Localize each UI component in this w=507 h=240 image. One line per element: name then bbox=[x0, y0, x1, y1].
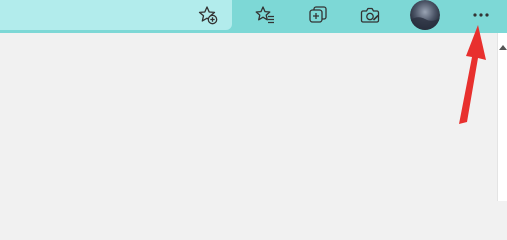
scroll-up-arrow-icon[interactable] bbox=[499, 45, 507, 50]
vertical-scrollbar[interactable] bbox=[497, 33, 507, 201]
browser-toolbar bbox=[0, 0, 507, 33]
browser-essentials-icon[interactable] bbox=[354, 0, 386, 30]
collections-icon[interactable] bbox=[302, 0, 334, 30]
profile-avatar[interactable] bbox=[410, 0, 440, 30]
page-content bbox=[0, 33, 497, 201]
favorites-icon[interactable] bbox=[249, 0, 281, 30]
address-bar[interactable] bbox=[0, 0, 232, 30]
more-options-icon[interactable] bbox=[465, 0, 497, 30]
add-favorite-icon[interactable] bbox=[192, 0, 224, 30]
